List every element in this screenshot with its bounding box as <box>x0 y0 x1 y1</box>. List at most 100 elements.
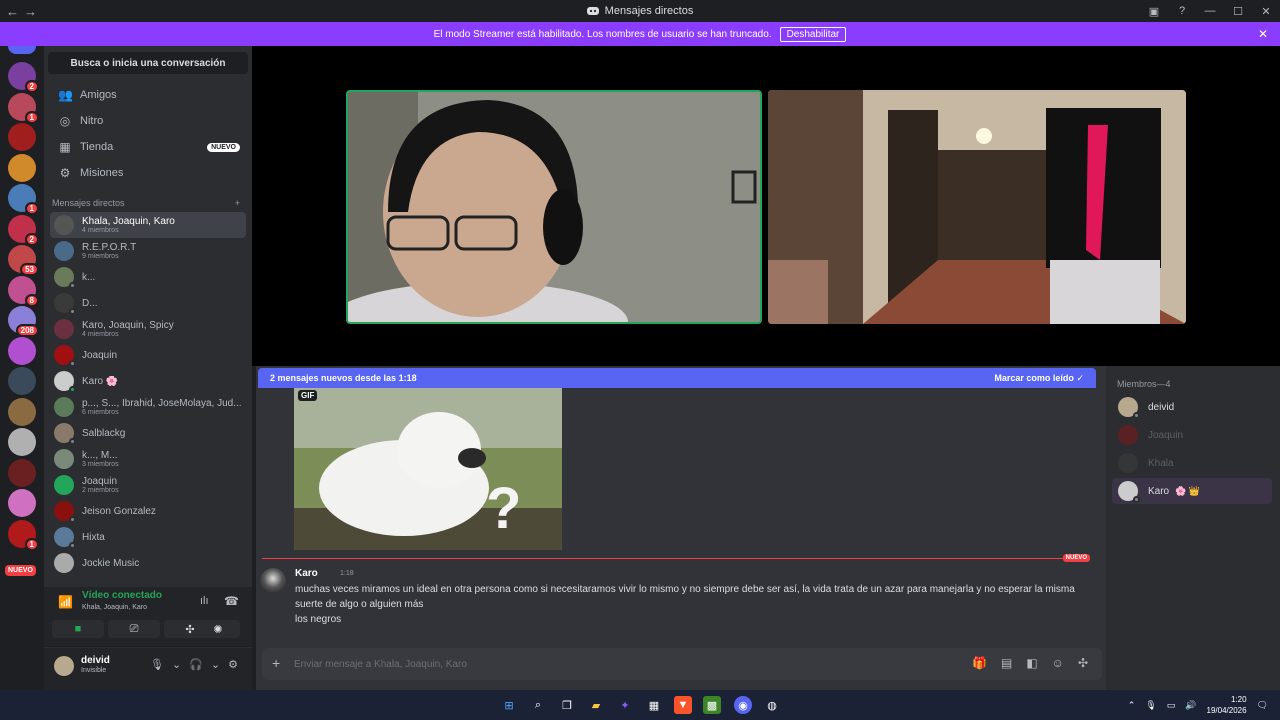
server-icon[interactable]: 8 <box>8 275 39 307</box>
server-icon[interactable]: 53 <box>8 245 39 276</box>
avatar <box>54 241 74 261</box>
dog-gif-image: ? <box>294 388 562 550</box>
server-icon[interactable] <box>8 458 36 487</box>
server-icon[interactable]: 1 <box>8 92 39 124</box>
dm-item[interactable]: D... <box>50 290 246 316</box>
settings-gear-icon[interactable]: ⚙ <box>228 658 238 671</box>
brave-browser-icon[interactable]: ▼ <box>674 696 692 714</box>
steam-icon[interactable]: ◍ <box>763 696 781 714</box>
discord-taskbar-icon[interactable]: ◉ <box>734 696 752 714</box>
dm-item[interactable]: Salblackg <box>50 420 246 446</box>
gif-attachment[interactable]: ? GIF <box>294 388 562 550</box>
member-item[interactable]: deivid <box>1112 394 1272 420</box>
server-icon[interactable] <box>8 123 36 151</box>
dm-item[interactable]: Joaquin <box>50 342 246 368</box>
gif-picker-icon[interactable]: ▤ <box>1001 656 1012 670</box>
voice-channel[interactable]: Khala, Joaquin, Karo <box>82 604 147 611</box>
server-icon[interactable] <box>8 153 36 182</box>
maximize-button[interactable]: ☐ <box>1224 5 1252 18</box>
soundboard-button[interactable]: ✺ <box>196 620 240 638</box>
task-view-icon[interactable]: ❐ <box>558 696 576 714</box>
camera-button[interactable]: ■ <box>52 620 104 638</box>
sticker-icon[interactable]: ◧ <box>1026 656 1037 670</box>
server-icon[interactable] <box>8 489 36 517</box>
apps-icon[interactable]: ✣ <box>1078 656 1088 670</box>
server-icon[interactable] <box>8 397 36 426</box>
emoji-icon[interactable]: ☺ <box>1052 656 1064 670</box>
inbox-icon[interactable]: ▣ <box>1140 5 1168 18</box>
dm-item[interactable]: p..., S..., Ibrahid, JoseMolaya, Jud... 6… <box>50 394 246 420</box>
file-explorer-icon[interactable]: ▰ <box>587 696 605 714</box>
notification-icon[interactable]: 🗨 <box>1257 700 1268 711</box>
avatar <box>54 345 76 367</box>
dm-item[interactable]: Hixta <box>50 524 246 550</box>
message-input[interactable] <box>294 655 894 673</box>
avatar[interactable] <box>260 568 286 594</box>
server-icon[interactable]: 2 <box>8 62 39 93</box>
signal-icon[interactable]: 📶 <box>58 595 73 609</box>
store-icon[interactable]: ▦ <box>645 696 663 714</box>
network-icon[interactable]: ▭ <box>1167 700 1176 711</box>
noise-suppression-icon[interactable]: ılı <box>200 595 209 607</box>
chevron-up-icon[interactable]: ⌃ <box>1128 700 1136 711</box>
close-window-button[interactable]: ✕ <box>1252 5 1280 18</box>
headphones-icon[interactable]: 🎧 <box>189 658 203 671</box>
server-icon[interactable]: 1 <box>8 184 39 215</box>
dm-item[interactable]: R.E.P.O.R.T 9 miembros <box>50 238 246 264</box>
avatar <box>54 527 76 549</box>
dm-item[interactable]: Jeison Gonzalez <box>50 498 246 524</box>
microphone-icon[interactable]: 🎙 <box>150 658 164 671</box>
help-icon[interactable]: ? <box>1168 5 1196 17</box>
microphone-tray-icon[interactable]: 🎙 <box>1145 700 1156 711</box>
server-icon[interactable]: 2 <box>8 214 39 246</box>
add-attachment-icon[interactable]: + <box>272 655 280 671</box>
member-item[interactable]: Karo 🌸 👑 <box>1112 478 1272 504</box>
dm-item[interactable]: Khala, Joaquin, Karo 4 miembros <box>50 212 246 238</box>
server-icon[interactable]: 1 <box>8 519 39 551</box>
dm-item[interactable]: k..., M... 3 miembros <box>50 446 246 472</box>
nav-item-nitro[interactable]: ◎ Nitro <box>50 108 246 134</box>
video-tile-left[interactable] <box>346 90 762 324</box>
status-indicator <box>69 542 76 549</box>
member-item[interactable]: Joaquin <box>1112 422 1272 448</box>
new-messages-bar[interactable]: 2 mensajes nuevos desde las 1:18 Marcar … <box>258 368 1096 388</box>
start-button[interactable]: ⊞ <box>500 696 518 714</box>
avatar <box>54 267 76 289</box>
server-icon[interactable] <box>8 336 36 365</box>
message-author[interactable]: Karo <box>295 568 318 579</box>
username[interactable]: deivid <box>81 655 110 666</box>
screen-share-button[interactable]: ⎚ <box>108 620 160 638</box>
copilot-icon[interactable]: ✦ <box>616 696 634 714</box>
close-banner-icon[interactable]: ✕ <box>1258 27 1268 41</box>
nav-item-amigos[interactable]: 👥 Amigos <box>50 82 246 108</box>
dm-item[interactable]: Karo, Joaquin, Spicy 4 miembros <box>50 316 246 342</box>
avatar[interactable] <box>54 656 74 676</box>
dm-item[interactable]: Jockie Music <box>50 550 246 576</box>
member-item[interactable]: Khala <box>1112 450 1272 476</box>
disconnect-icon[interactable]: ☎ <box>224 594 239 608</box>
minimize-button[interactable]: — <box>1196 5 1224 17</box>
chevron-down-icon[interactable]: ⌄ <box>172 658 181 671</box>
new-badge: NUEVO <box>207 142 240 152</box>
clock[interactable]: 1:20 19/04/2026 <box>1207 694 1247 716</box>
server-icon[interactable] <box>8 367 36 395</box>
voice-status[interactable]: Vídeo conectado <box>82 590 162 601</box>
dm-item[interactable]: Joaquin 2 miembros <box>50 472 246 498</box>
search-icon[interactable]: ⌕ <box>529 696 547 714</box>
dm-item[interactable]: k... <box>50 264 246 290</box>
nav-item-tienda[interactable]: ▦ Tienda NUEVO <box>50 134 246 160</box>
video-tile-right[interactable] <box>768 90 1186 324</box>
server-icon[interactable] <box>8 428 36 456</box>
minecraft-icon[interactable]: ▩ <box>703 696 721 714</box>
conversation-search[interactable]: Busca o inicia una conversación <box>48 52 248 74</box>
dm-item[interactable]: Karo 🌸 <box>50 368 246 394</box>
chevron-down-icon[interactable]: ⌄ <box>211 658 220 671</box>
mark-read-button[interactable]: Marcar como leído ✓ <box>994 373 1084 384</box>
server-icon[interactable]: 208 <box>8 306 39 337</box>
gift-icon[interactable]: 🎁 <box>972 656 987 670</box>
nav-item-misiones[interactable]: ⚙ Misiones <box>50 160 246 186</box>
add-dm-icon[interactable]: + <box>235 198 240 208</box>
volume-icon[interactable]: 🔊 <box>1185 700 1196 711</box>
status-indicator <box>69 282 76 289</box>
disable-streamer-button[interactable]: Deshabilitar <box>779 26 847 42</box>
